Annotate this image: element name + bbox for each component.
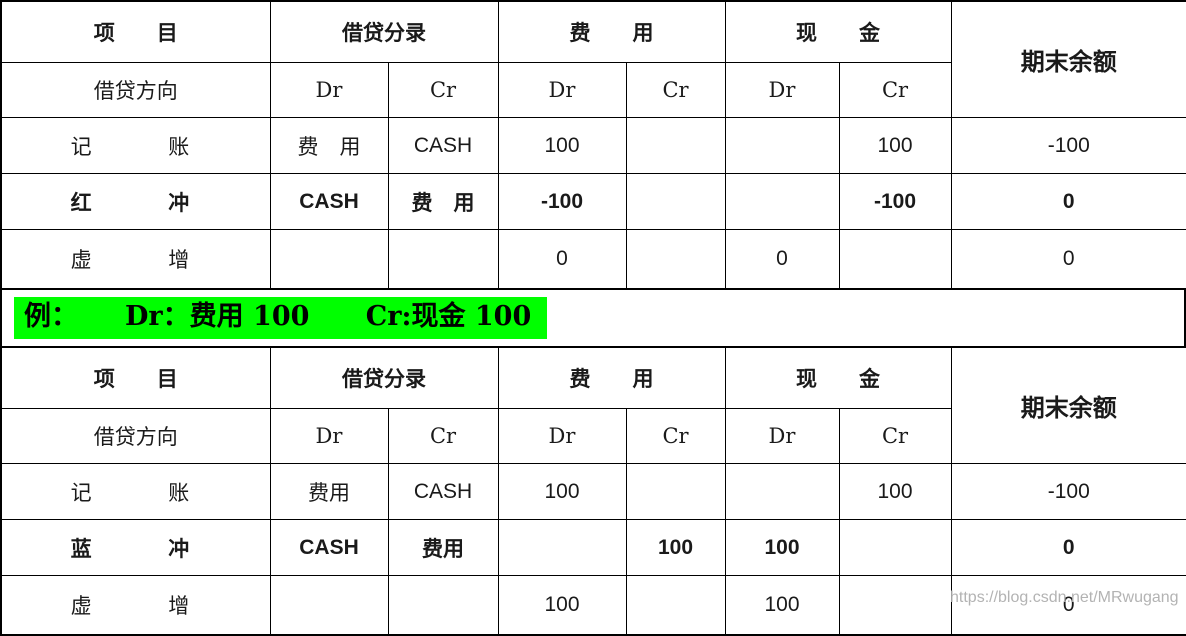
cell-entry-dr bbox=[269, 229, 389, 290]
cell-cash-dr bbox=[724, 463, 840, 520]
cell-ending-balance: 0 bbox=[950, 229, 1186, 290]
cell-cash-cr bbox=[838, 575, 952, 636]
subheader-expense-dr: Dr bbox=[497, 62, 627, 118]
header-item: 项 目 bbox=[0, 346, 271, 409]
table-row: 虚 增 0 0 0 bbox=[0, 229, 1186, 290]
cell-entry-dr: 费用 bbox=[269, 463, 389, 520]
table-header-row: 项 目 借贷分录 费 用 现 金 期末余额 bbox=[0, 0, 1186, 118]
cell-ending-balance: 0 bbox=[950, 519, 1186, 576]
example-strip: 例： Dr：费用 100 Cr:现金 100 bbox=[0, 290, 1186, 346]
cell-cash-dr bbox=[724, 117, 840, 174]
subheader-cash-dr: Dr bbox=[724, 62, 840, 118]
row-label: 记 账 bbox=[0, 463, 271, 520]
subheader-entry-cr: Cr bbox=[387, 62, 499, 118]
header-entry: 借贷分录 bbox=[269, 0, 499, 63]
subheader-expense-cr: Cr bbox=[625, 62, 726, 118]
subheader-entry-cr: Cr bbox=[387, 408, 499, 464]
cell-entry-dr bbox=[269, 575, 389, 636]
subheader-entry-dr: Dr bbox=[269, 62, 389, 118]
cell-expense-dr: 100 bbox=[497, 463, 627, 520]
table-row: 蓝 冲 CASH 费用 100 100 0 bbox=[0, 519, 1186, 576]
cell-ending-balance: -100 bbox=[950, 117, 1186, 174]
blue-reversal-table: 项 目 借贷分录 费 用 现 金 期末余额 借贷方向 Dr Cr Dr Cr D… bbox=[0, 346, 1186, 636]
cell-entry-dr: 费 用 bbox=[269, 117, 389, 174]
cell-ending-balance: 0 bbox=[950, 173, 1186, 230]
red-reversal-table: 项 目 借贷分录 费 用 现 金 期末余额 借贷方向 Dr Cr Dr Cr D… bbox=[0, 0, 1186, 290]
cell-cash-dr bbox=[724, 173, 840, 230]
table-row: 记 账 费 用 CASH 100 100 -100 bbox=[0, 117, 1186, 174]
row-label: 记 账 bbox=[0, 117, 271, 174]
cell-entry-cr: CASH bbox=[387, 463, 499, 520]
subheader-expense-cr: Cr bbox=[625, 408, 726, 464]
subheader-cash-cr: Cr bbox=[838, 62, 952, 118]
table-row: 虚 增 100 100 0 bbox=[0, 575, 1186, 636]
header-expense: 费 用 bbox=[497, 0, 726, 63]
table-header-row: 项 目 借贷分录 费 用 现 金 期末余额 bbox=[0, 346, 1186, 464]
table-row: 红 冲 CASH 费 用 -100 -100 0 bbox=[0, 173, 1186, 230]
header-entry: 借贷分录 bbox=[269, 346, 499, 409]
cell-expense-cr bbox=[625, 229, 726, 290]
subheader-direction: 借贷方向 bbox=[0, 62, 271, 118]
cell-cash-cr bbox=[838, 229, 952, 290]
subheader-cash-cr: Cr bbox=[838, 408, 952, 464]
cell-expense-dr: 100 bbox=[497, 575, 627, 636]
row-label: 虚 增 bbox=[0, 229, 271, 290]
table-row: 记 账 费用 CASH 100 100 -100 bbox=[0, 463, 1186, 520]
subheader-entry-dr: Dr bbox=[269, 408, 389, 464]
cell-expense-dr: 100 bbox=[497, 117, 627, 174]
cell-cash-dr: 100 bbox=[724, 575, 840, 636]
header-ending-balance: 期末余额 bbox=[950, 0, 1186, 118]
cell-entry-cr: 费用 bbox=[387, 519, 499, 576]
cell-ending-balance: -100 bbox=[950, 463, 1186, 520]
cell-cash-dr: 100 bbox=[724, 519, 840, 576]
header-expense: 费 用 bbox=[497, 346, 726, 409]
subheader-expense-dr: Dr bbox=[497, 408, 627, 464]
cell-entry-cr: CASH bbox=[387, 117, 499, 174]
cell-cash-dr: 0 bbox=[724, 229, 840, 290]
row-label: 蓝 冲 bbox=[0, 519, 271, 576]
cell-entry-dr: CASH bbox=[269, 173, 389, 230]
cell-expense-dr: 0 bbox=[497, 229, 627, 290]
cell-entry-cr: 费 用 bbox=[387, 173, 499, 230]
cell-expense-dr bbox=[497, 519, 627, 576]
header-ending-balance: 期末余额 bbox=[950, 346, 1186, 464]
cell-expense-cr bbox=[625, 463, 726, 520]
header-item: 项 目 bbox=[0, 0, 271, 63]
cell-entry-dr: CASH bbox=[269, 519, 389, 576]
cell-cash-cr bbox=[838, 519, 952, 576]
cell-expense-cr: 100 bbox=[625, 519, 726, 576]
cell-expense-dr: -100 bbox=[497, 173, 627, 230]
header-cash: 现 金 bbox=[724, 346, 952, 409]
subheader-direction: 借贷方向 bbox=[0, 408, 271, 464]
cell-cash-cr: -100 bbox=[838, 173, 952, 230]
subheader-cash-dr: Dr bbox=[724, 408, 840, 464]
cell-entry-cr bbox=[387, 229, 499, 290]
row-label: 红 冲 bbox=[0, 173, 271, 230]
header-cash: 现 金 bbox=[724, 0, 952, 63]
row-label: 虚 增 bbox=[0, 575, 271, 636]
cell-expense-cr bbox=[625, 575, 726, 636]
cell-entry-cr bbox=[387, 575, 499, 636]
example-highlight-text: 例： Dr：费用 100 Cr:现金 100 bbox=[14, 297, 548, 339]
accounting-comparison-sheet: 项 目 借贷分录 费 用 现 金 期末余额 借贷方向 Dr Cr Dr Cr D… bbox=[0, 0, 1186, 636]
cell-cash-cr: 100 bbox=[838, 117, 952, 174]
cell-ending-balance: 0 bbox=[950, 575, 1186, 636]
cell-cash-cr: 100 bbox=[838, 463, 952, 520]
cell-expense-cr bbox=[625, 173, 726, 230]
cell-expense-cr bbox=[625, 117, 726, 174]
